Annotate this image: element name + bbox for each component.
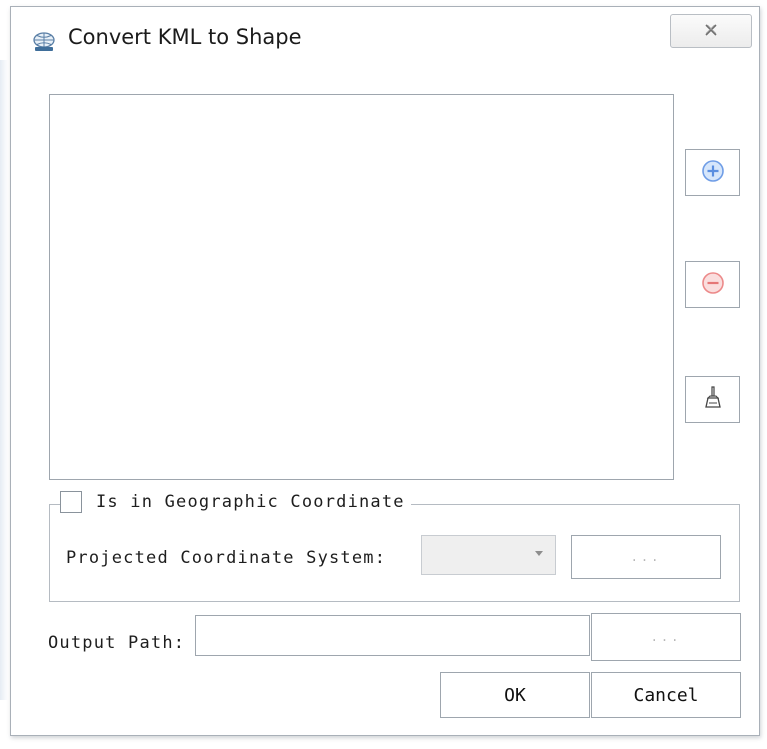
window-title: Convert KML to Shape (68, 25, 302, 49)
chevron-down-icon (535, 551, 543, 556)
geographic-checkbox-row[interactable]: Is in Geographic Coordinate (60, 491, 411, 513)
plus-circle-icon (701, 159, 725, 187)
clear-list-button[interactable] (685, 376, 740, 423)
ok-button[interactable]: OK (440, 672, 590, 718)
output-browse-button[interactable]: ... (591, 613, 741, 661)
remove-file-button[interactable] (685, 261, 740, 308)
minus-circle-icon (701, 271, 725, 299)
close-icon (704, 22, 718, 41)
output-path-label: Output Path: (48, 633, 186, 653)
projected-system-label: Projected Coordinate System: (66, 548, 387, 568)
projected-browse-button[interactable]: ... (571, 535, 721, 579)
geographic-checkbox[interactable] (60, 491, 82, 513)
close-button[interactable] (670, 14, 752, 48)
projected-system-select[interactable] (421, 535, 556, 575)
kml-file-list[interactable] (49, 94, 674, 480)
geographic-checkbox-label: Is in Geographic Coordinate (96, 492, 405, 512)
coordinate-groupbox: Is in Geographic Coordinate Projected Co… (49, 491, 740, 602)
convert-kml-dialog: Convert KML to Shape Is in Geographic Co… (10, 6, 760, 736)
broom-icon (703, 385, 723, 415)
add-file-button[interactable] (685, 149, 740, 196)
app-globe-icon (31, 31, 57, 53)
cancel-button[interactable]: Cancel (591, 672, 741, 718)
output-path-input[interactable] (195, 615, 590, 656)
title-bar[interactable]: Convert KML to Shape (11, 7, 759, 67)
background-edge (0, 60, 8, 700)
